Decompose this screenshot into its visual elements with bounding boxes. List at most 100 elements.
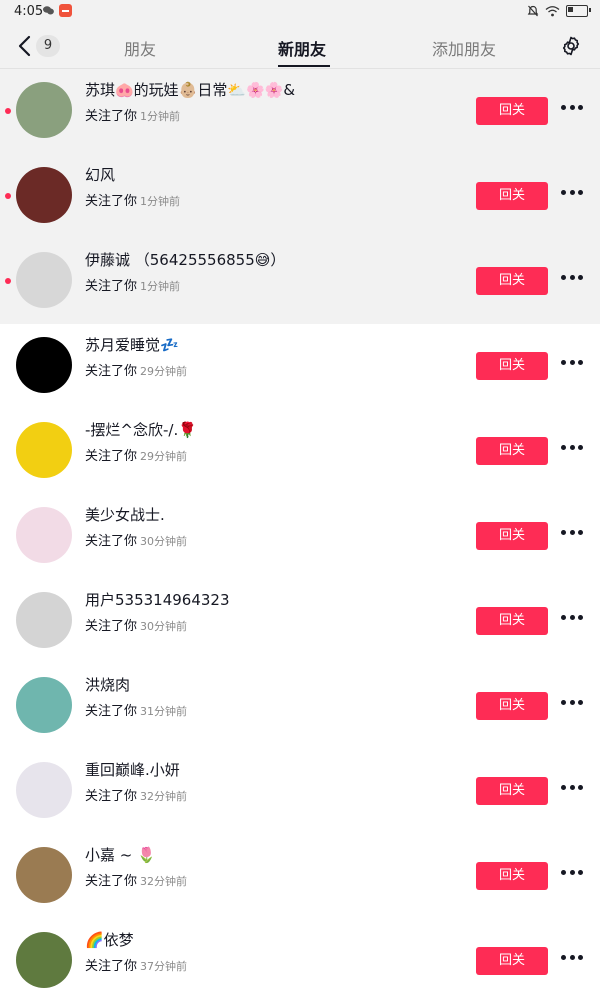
user-name[interactable]: 苏月爱睡觉💤 <box>85 334 179 355</box>
follow-action-text: 关注了你 <box>85 279 138 294</box>
user-name[interactable]: 重回巅峰.小妍 <box>85 759 180 780</box>
user-name[interactable]: 用户535314964323 <box>85 589 230 610</box>
follow-back-button[interactable]: 回关 <box>476 777 548 805</box>
avatar[interactable] <box>16 167 72 223</box>
status-right-icons <box>527 5 591 17</box>
user-name[interactable]: 小嘉 ~ 🌷 <box>85 844 156 865</box>
follow-info: 关注了你 29分钟前 <box>85 445 187 464</box>
follow-time: 32分钟前 <box>140 790 188 803</box>
list-item[interactable]: 小嘉 ~ 🌷 关注了你 32分钟前 回关 <box>0 834 600 919</box>
tab-friends[interactable]: 朋友 <box>124 36 156 60</box>
more-options-icon[interactable] <box>561 190 583 196</box>
avatar[interactable] <box>16 422 72 478</box>
more-options-icon[interactable] <box>561 275 583 281</box>
avatar[interactable] <box>16 762 72 818</box>
avatar[interactable] <box>16 507 72 563</box>
top-nav: 9 朋友 新朋友 添加朋友 <box>0 24 600 69</box>
follow-back-button[interactable]: 回关 <box>476 97 548 125</box>
follow-info: 关注了你 30分钟前 <box>85 530 187 549</box>
follow-time: 1分钟前 <box>140 110 181 123</box>
list-item[interactable]: -摆烂^念欣-/.🌹 关注了你 29分钟前 回关 <box>0 409 600 494</box>
more-options-icon[interactable] <box>561 870 583 876</box>
more-options-icon[interactable] <box>561 955 583 961</box>
avatar[interactable] <box>16 847 72 903</box>
follow-action-text: 关注了你 <box>85 534 138 549</box>
status-bar: 4:05 <box>0 0 600 24</box>
back-arrow-icon[interactable] <box>14 34 36 58</box>
avatar[interactable] <box>16 252 72 308</box>
more-options-icon[interactable] <box>561 445 583 451</box>
user-name[interactable]: 🌈依梦 <box>85 929 134 950</box>
avatar[interactable] <box>16 592 72 648</box>
tab-new-friends[interactable]: 新朋友 <box>278 36 326 60</box>
follow-action-text: 关注了你 <box>85 109 138 124</box>
follow-time: 1分钟前 <box>140 195 181 208</box>
avatar[interactable] <box>16 932 72 988</box>
follow-time: 30分钟前 <box>140 620 188 633</box>
avatar[interactable] <box>16 337 72 393</box>
list-item[interactable]: 洪烧肉关注了你 31分钟前 回关 <box>0 664 600 749</box>
follow-info: 关注了你 30分钟前 <box>85 615 187 634</box>
user-name[interactable]: 美少女战士. <box>85 504 165 525</box>
follow-action-text: 关注了你 <box>85 449 138 464</box>
follow-info: 关注了你 31分钟前 <box>85 700 187 719</box>
follow-back-button[interactable]: 回关 <box>476 437 548 465</box>
follow-back-button[interactable]: 回关 <box>476 947 548 975</box>
more-options-icon[interactable] <box>561 105 583 111</box>
user-name[interactable]: 苏琪🐽的玩娃👶🏼日常⛅🌸🌸& <box>85 79 295 100</box>
follow-info: 关注了你 32分钟前 <box>85 870 187 889</box>
avatar[interactable] <box>16 82 72 138</box>
gear-icon[interactable] <box>561 36 581 56</box>
more-options-icon[interactable] <box>561 615 583 621</box>
more-options-icon[interactable] <box>561 530 583 536</box>
tab-add-friends[interactable]: 添加朋友 <box>432 36 496 60</box>
unread-dot <box>5 278 11 284</box>
avatar[interactable] <box>16 677 72 733</box>
follow-action-text: 关注了你 <box>85 874 138 889</box>
more-options-icon[interactable] <box>561 360 583 366</box>
more-options-icon[interactable] <box>561 700 583 706</box>
active-tab-indicator <box>278 65 330 67</box>
follow-time: 37分钟前 <box>140 960 188 973</box>
user-name[interactable]: 洪烧肉 <box>85 674 130 695</box>
follow-time: 30分钟前 <box>140 535 188 548</box>
follow-action-text: 关注了你 <box>85 959 138 974</box>
follow-back-button[interactable]: 回关 <box>476 692 548 720</box>
list-item[interactable]: 用户535314964323 关注了你 30分钟前 回关 <box>0 579 600 664</box>
list-item[interactable]: 幻风关注了你 1分钟前 回关 <box>0 154 600 239</box>
user-name[interactable]: 幻风 <box>85 164 115 185</box>
follow-back-button[interactable]: 回关 <box>476 267 548 295</box>
back-unread-count-badge[interactable]: 9 <box>36 35 60 57</box>
list-item[interactable]: 美少女战士. 关注了你 30分钟前 回关 <box>0 494 600 579</box>
follow-back-button[interactable]: 回关 <box>476 352 548 380</box>
more-options-icon[interactable] <box>561 785 583 791</box>
wifi-icon <box>545 6 560 17</box>
follow-action-text: 关注了你 <box>85 619 138 634</box>
follow-action-text: 关注了你 <box>85 194 138 209</box>
follow-time: 1分钟前 <box>140 280 181 293</box>
unread-dot <box>5 193 11 199</box>
user-name[interactable]: 伊藤诚 （56425556855😅） <box>85 249 285 270</box>
unread-dot <box>5 108 11 114</box>
follow-back-button[interactable]: 回关 <box>476 522 548 550</box>
follow-time: 29分钟前 <box>140 450 188 463</box>
list-item[interactable]: 苏琪🐽的玩娃👶🏼日常⛅🌸🌸& 关注了你 1分钟前 回关 <box>0 69 600 154</box>
follow-action-text: 关注了你 <box>85 789 138 804</box>
list-item[interactable]: 伊藤诚 （56425556855😅） 关注了你 1分钟前 回关 <box>0 239 600 324</box>
list-item[interactable]: 重回巅峰.小妍 关注了你 32分钟前 回关 <box>0 749 600 834</box>
follow-info: 关注了你 1分钟前 <box>85 190 180 209</box>
list-item[interactable]: 苏月爱睡觉💤 关注了你 29分钟前 回关 <box>0 324 600 409</box>
follow-info: 关注了你 1分钟前 <box>85 105 180 124</box>
status-time: 4:05 <box>14 4 44 19</box>
follow-back-button[interactable]: 回关 <box>476 182 548 210</box>
follow-action-text: 关注了你 <box>85 704 138 719</box>
list-item[interactable]: 🌈依梦关注了你 37分钟前 回关 <box>0 919 600 1004</box>
chat-bubbles-icon <box>43 6 54 15</box>
follow-time: 32分钟前 <box>140 875 188 888</box>
user-name[interactable]: -摆烂^念欣-/.🌹 <box>85 419 197 440</box>
follow-back-button[interactable]: 回关 <box>476 862 548 890</box>
follow-back-button[interactable]: 回关 <box>476 607 548 635</box>
follow-info: 关注了你 37分钟前 <box>85 955 187 974</box>
follow-info: 关注了你 32分钟前 <box>85 785 187 804</box>
new-followers-list: 苏琪🐽的玩娃👶🏼日常⛅🌸🌸& 关注了你 1分钟前 回关 幻风 关注了你 1分钟前 回关 伊藤诚 … <box>0 69 600 1004</box>
